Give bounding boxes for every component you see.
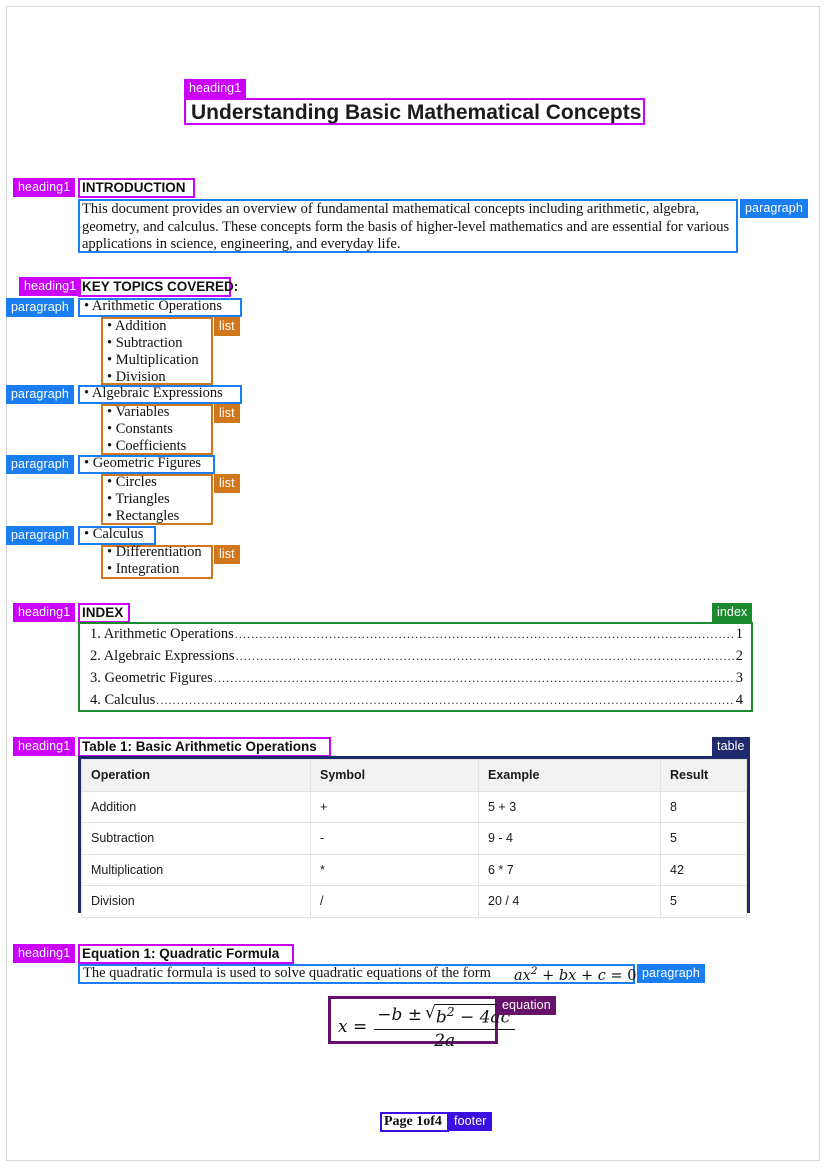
annotation-tag-heading1-table: heading1	[13, 737, 76, 756]
table-row: Subtraction - 9 - 4 5	[81, 822, 747, 855]
annotation-tag-heading1-equation: heading1	[13, 944, 76, 963]
list-item-1-1: • Constants	[107, 421, 173, 437]
table-column-header: Operation	[81, 759, 311, 792]
table-cell-symbol: -	[310, 822, 479, 855]
table-cell-example: 9 - 4	[478, 822, 661, 855]
section-heading-introduction: INTRODUCTION	[82, 180, 186, 195]
index-entry-page: 4	[735, 692, 743, 708]
table-cell-example: 5 + 3	[478, 790, 661, 823]
annotation-tag-list-0: list	[214, 317, 240, 336]
list-item-0-0: • Addition	[107, 318, 167, 334]
table-cell-operation: Subtraction	[81, 822, 311, 855]
topic-title-3: • Calculus	[84, 526, 144, 542]
section-heading-table: Table 1: Basic Arithmetic Operations	[82, 739, 317, 754]
list-item-0-1: • Subtraction	[107, 335, 183, 351]
table-row: Division / 20 / 4 5	[81, 885, 747, 918]
topic-title-1: • Algebraic Expressions	[84, 385, 223, 401]
list-item-2-1: • Triangles	[107, 491, 170, 507]
list-item-3-0: • Differentiation	[107, 544, 202, 560]
annotation-tag-index: index	[712, 603, 753, 622]
index-leader-dots: ........................................…	[213, 671, 735, 685]
display-math-quadratic-formula: x = −b ± √ b2 − 4ac 2a	[338, 1003, 516, 1052]
page-footer: Page 1of4	[384, 1114, 442, 1129]
index-entry-page: 1	[735, 626, 743, 642]
table-row: Addition + 5 + 3 8	[81, 790, 747, 823]
table-cell-result: 5	[660, 822, 747, 855]
annotation-box-index: 1. Arithmetic Operations ...............…	[78, 622, 753, 712]
annotation-tag-paragraph-topic-0: paragraph	[6, 298, 74, 317]
table-column-header: Result	[660, 759, 747, 792]
table-cell-result: 8	[660, 790, 747, 823]
annotation-tag-list-1: list	[214, 404, 240, 423]
table-cell-result: 42	[660, 853, 747, 886]
list-item-2-2: • Rectangles	[107, 508, 180, 524]
table-cell-operation: Division	[81, 885, 311, 918]
index-leader-dots: ........................................…	[156, 693, 735, 707]
section-heading-key-topics: KEY TOPICS COVERED:	[82, 279, 239, 294]
annotation-tag-paragraph-topic-1: paragraph	[6, 385, 74, 404]
table-cell-symbol: *	[310, 853, 479, 886]
index-row[interactable]: 4. Calculus ............................…	[80, 692, 751, 713]
annotation-tag-paragraph-topic-3: paragraph	[6, 526, 74, 545]
index-row[interactable]: 2. Algebraic Expressions ...............…	[80, 648, 751, 669]
equation-fraction: −b ± √ b2 − 4ac 2a	[374, 1003, 516, 1052]
annotation-tag-footer: footer	[449, 1112, 492, 1131]
paragraph-equation-intro: The quadratic formula is used to solve q…	[83, 965, 491, 981]
annotation-tag-heading1-index: heading1	[13, 603, 76, 622]
table-column-header: Example	[478, 759, 661, 792]
index-entry-page: 3	[735, 670, 743, 686]
equation-lhs: x =	[338, 1017, 368, 1038]
annotation-tag-list-2: list	[214, 474, 240, 493]
annotation-tag-paragraph-introduction: paragraph	[740, 199, 808, 218]
table-cell-example: 20 / 4	[478, 885, 661, 918]
equation-denominator: 2a	[434, 1031, 456, 1052]
list-item-1-0: • Variables	[107, 404, 170, 420]
page-title: Understanding Basic Mathematical Concept…	[191, 101, 642, 124]
table-cell-operation: Multiplication	[81, 853, 311, 886]
index-row[interactable]: 3. Geometric Figures ...................…	[80, 670, 751, 691]
index-row[interactable]: 1. Arithmetic Operations ...............…	[80, 626, 751, 647]
table-header-row: Operation Symbol Example Result	[81, 759, 747, 792]
table-cell-symbol: /	[310, 885, 479, 918]
list-item-1-2: • Coefficients	[107, 438, 187, 454]
section-heading-equation: Equation 1: Quadratic Formula	[82, 946, 280, 961]
table-cell-symbol: +	[310, 790, 479, 823]
index-entry-label: 4. Calculus	[90, 692, 156, 708]
index-entry-label: 2. Algebraic Expressions	[90, 648, 235, 664]
paragraph-introduction: This document provides an overview of fu…	[82, 201, 730, 252]
annotation-tag-heading1-title: heading1	[184, 79, 247, 98]
annotation-tag-list-3: list	[214, 545, 240, 564]
equation-numerator: −b ± √ b2 − 4ac	[377, 1003, 513, 1028]
index-entry-label: 3. Geometric Figures	[90, 670, 213, 686]
table-column-header: Symbol	[310, 759, 479, 792]
annotation-tag-paragraph-equation: paragraph	[637, 964, 705, 983]
table-cell-result: 5	[660, 885, 747, 918]
table-cell-operation: Addition	[81, 790, 311, 823]
topic-title-2: • Geometric Figures	[84, 455, 202, 471]
section-heading-index: INDEX	[82, 605, 124, 620]
index-entry-page: 2	[735, 648, 743, 664]
index-leader-dots: ........................................…	[235, 649, 735, 663]
annotation-tag-heading1-introduction: heading1	[13, 178, 76, 197]
index-leader-dots: ........................................…	[234, 627, 735, 641]
list-item-2-0: • Circles	[107, 474, 157, 490]
topic-title-0: • Arithmetic Operations	[84, 298, 222, 314]
annotation-tag-paragraph-topic-2: paragraph	[6, 455, 74, 474]
annotation-tag-heading1-key-topics: heading1	[19, 277, 82, 296]
list-item-0-3: • Division	[107, 369, 166, 385]
table-cell-example: 6 * 7	[478, 853, 661, 886]
list-item-3-1: • Integration	[107, 561, 180, 577]
arithmetic-operations-table: Operation Symbol Example Result Addition…	[81, 759, 747, 918]
table-row: Multiplication * 6 * 7 42	[81, 853, 747, 886]
list-item-0-2: • Multiplication	[107, 352, 199, 368]
annotation-tag-equation: equation	[497, 996, 556, 1015]
index-entry-label: 1. Arithmetic Operations	[90, 626, 234, 642]
inline-math-quadratic-form: ax2 + bx + c = 0.	[514, 965, 642, 984]
annotation-tag-table: table	[712, 737, 750, 756]
